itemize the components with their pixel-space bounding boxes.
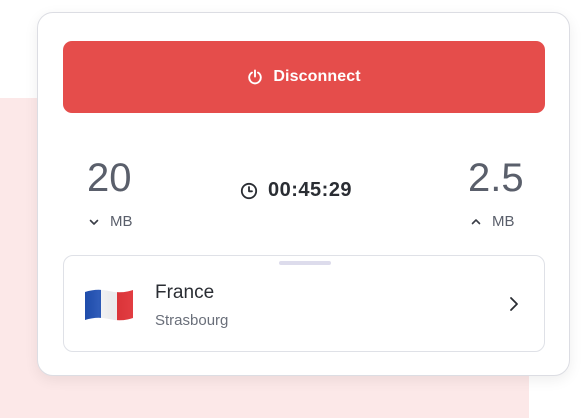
country-name: France [155, 282, 215, 303]
clock-icon [240, 182, 258, 200]
chevron-right-icon[interactable] [507, 294, 521, 314]
city-name: Strasbourg [155, 312, 229, 329]
drag-handle[interactable] [279, 261, 331, 265]
timer-value: 00:45:29 [268, 179, 353, 201]
disconnect-button[interactable]: Disconnect [63, 41, 545, 113]
upload-value: 2.5 [468, 156, 524, 200]
france-flag [83, 286, 135, 324]
stage: Disconnect 20 MB 00:45:29 2.5 MB France … [0, 0, 587, 418]
chevron-down-icon [88, 216, 100, 228]
connection-timer: 00:45:29 [240, 179, 352, 202]
location-selector[interactable]: France Strasbourg [63, 255, 545, 352]
power-icon [247, 69, 263, 85]
download-value: 20 [87, 156, 132, 200]
disconnect-label: Disconnect [273, 68, 361, 85]
upload-unit-row: MB [470, 213, 515, 230]
vpn-connection-card: Disconnect 20 MB 00:45:29 2.5 MB France … [37, 12, 570, 376]
download-unit: MB [110, 213, 133, 230]
upload-unit: MB [492, 213, 515, 230]
download-unit-row: MB [88, 213, 133, 230]
chevron-up-icon [470, 216, 482, 228]
